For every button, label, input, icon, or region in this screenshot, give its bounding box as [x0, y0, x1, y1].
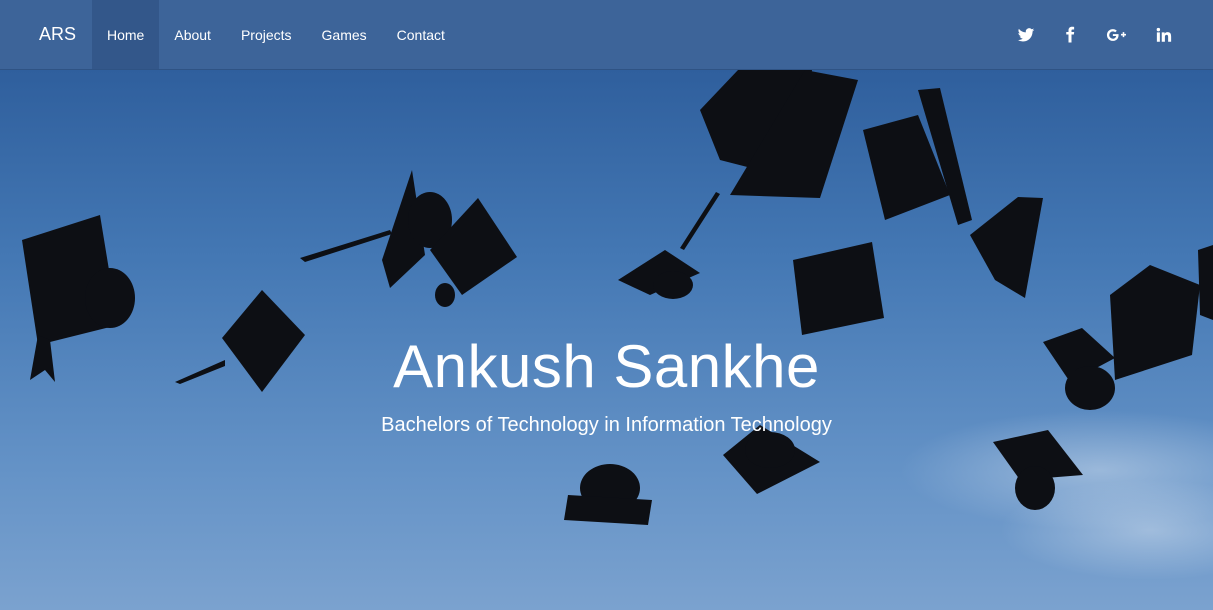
nav-about[interactable]: About — [159, 0, 226, 69]
brand-link[interactable]: ARS — [0, 0, 92, 69]
hero-section: Ankush Sankhe Bachelors of Technology in… — [0, 70, 1213, 610]
nav-links: Home About Projects Games Contact — [92, 0, 460, 69]
nav-contact[interactable]: Contact — [382, 0, 460, 69]
hero-title: Ankush Sankhe — [393, 333, 820, 400]
linkedin-icon[interactable] — [1153, 24, 1175, 46]
social-links — [993, 0, 1213, 69]
nav-games[interactable]: Games — [307, 0, 382, 69]
google-plus-icon[interactable] — [1103, 24, 1131, 46]
nav-home[interactable]: Home — [92, 0, 160, 69]
hero-subtitle: Bachelors of Technology in Information T… — [381, 414, 832, 436]
navbar: ARS Home About Projects Games Contact — [0, 0, 1213, 70]
twitter-icon[interactable] — [1015, 24, 1037, 46]
facebook-icon[interactable] — [1059, 24, 1081, 46]
nav-projects[interactable]: Projects — [226, 0, 307, 69]
